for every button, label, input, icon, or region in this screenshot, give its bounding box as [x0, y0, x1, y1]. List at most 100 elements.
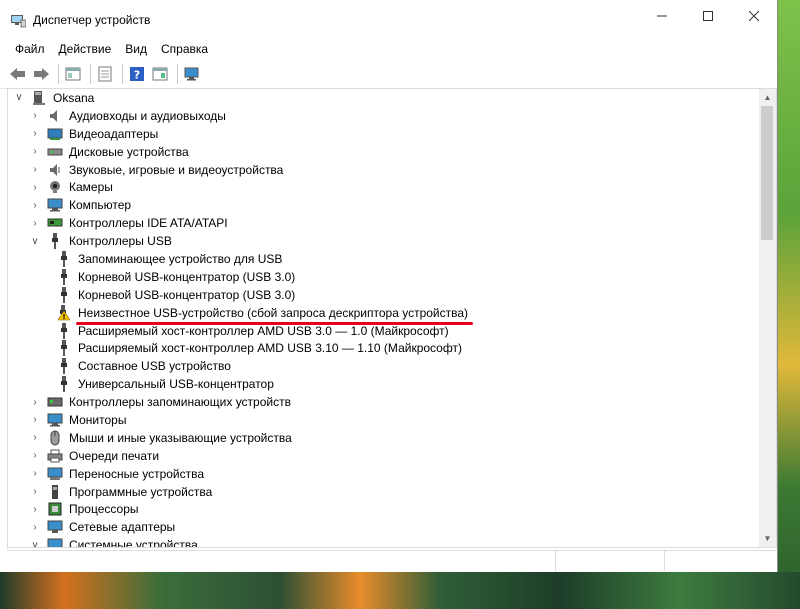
menu-view[interactable]: Вид	[118, 42, 154, 56]
tree-category-monitors[interactable]: › Мониторы	[8, 411, 759, 429]
tree-category-label: Программные устройства	[69, 484, 213, 499]
minimize-button[interactable]	[639, 0, 685, 32]
properties-button[interactable]	[95, 64, 115, 84]
tree-category-sound[interactable]: › Звуковые, игровые и видеоустройства	[8, 161, 759, 179]
tree-device-usb[interactable]: Расширяемый хост-контроллер AMD USB 3.10…	[8, 339, 759, 357]
close-button[interactable]	[731, 0, 777, 32]
tree-category-processors[interactable]: › Процессоры	[8, 500, 759, 518]
expand-chevron-icon[interactable]: ›	[30, 432, 40, 443]
collapse-chevron-icon[interactable]: ∨	[14, 92, 24, 103]
expand-chevron-icon[interactable]: ›	[30, 218, 40, 229]
speaker-icon	[47, 108, 63, 124]
desktop-background-bottom	[0, 572, 800, 609]
expand-chevron-icon[interactable]: ›	[30, 182, 40, 193]
software-device-icon	[47, 484, 63, 500]
tree-category-ide[interactable]: › Контроллеры IDE ATA/ATAPI	[8, 214, 759, 232]
tree-device-usb[interactable]: Запоминающее устройство для USB	[8, 250, 759, 268]
disk-drive-icon	[47, 144, 63, 160]
expand-chevron-icon[interactable]: ›	[30, 450, 40, 461]
tree-category-print-queues[interactable]: › Очереди печати	[8, 447, 759, 465]
tree-category-disk-drives[interactable]: › Дисковые устройства	[8, 143, 759, 161]
tree-category-software-devices[interactable]: › Программные устройства	[8, 483, 759, 501]
tree-root[interactable]: ∨ Oksana	[8, 89, 759, 107]
tree-device-label: Универсальный USB-концентратор	[78, 377, 274, 392]
red-highlight-underline	[76, 322, 473, 325]
expand-chevron-icon[interactable]: ›	[30, 164, 40, 175]
collapse-chevron-icon[interactable]: ∨	[30, 236, 40, 247]
tree-device-usb[interactable]: Корневой USB-концентратор (USB 3.0)	[8, 286, 759, 304]
device-manager-icon	[10, 12, 27, 28]
toolbar: ?	[0, 60, 777, 89]
menu-action[interactable]: Действие	[52, 42, 119, 56]
tree-root-label: Oksana	[53, 90, 95, 105]
usb-warning-icon	[56, 304, 72, 321]
help-icon: ?	[130, 67, 144, 82]
expand-chevron-icon[interactable]: ›	[30, 128, 40, 139]
back-button[interactable]	[8, 64, 28, 84]
usb-plug-icon	[56, 268, 72, 285]
sound-icon	[47, 162, 63, 178]
scroll-down-arrow-icon[interactable]: ▼	[759, 530, 776, 547]
tree-device-usb[interactable]: Корневой USB-концентратор (USB 3.0)	[8, 268, 759, 286]
forward-button[interactable]	[31, 64, 51, 84]
collapse-chevron-icon[interactable]: ∨	[30, 540, 40, 547]
maximize-button[interactable]	[685, 0, 731, 32]
tree-category-portable[interactable]: › Переносные устройства	[8, 465, 759, 483]
scroll-thumb[interactable]	[761, 106, 773, 240]
help-button[interactable]: ?	[127, 64, 147, 84]
expand-chevron-icon[interactable]: ›	[30, 414, 40, 425]
tree-category-computer[interactable]: › Компьютер	[8, 196, 759, 214]
tree-category-display-adapters[interactable]: › Видеоадаптеры	[8, 125, 759, 143]
computer-icon	[47, 197, 63, 213]
portable-device-icon	[47, 466, 63, 482]
expand-chevron-icon[interactable]: ›	[30, 200, 40, 211]
tree-device-label: Расширяемый хост-контроллер AMD USB 3.10…	[78, 341, 462, 356]
tree-category-label: Сетевые адаптеры	[69, 520, 176, 535]
tree-category-label: Видеоадаптеры	[69, 126, 159, 141]
tree-category-mice[interactable]: › Мыши и иные указывающие устройства	[8, 429, 759, 447]
tree-device-usb[interactable]: Составное USB устройство	[8, 357, 759, 375]
menu-bar: Файл Действие Вид Справка	[0, 40, 777, 58]
tree-category-system-devices[interactable]: ∨ Системные устройства	[8, 536, 759, 547]
tree-category-label: Процессоры	[69, 502, 139, 517]
expand-chevron-icon[interactable]: ›	[30, 146, 40, 157]
tree-category-usb-controllers[interactable]: ∨ Контроллеры USB	[8, 232, 759, 250]
menu-help[interactable]: Справка	[154, 42, 215, 56]
show-hide-tree-button[interactable]	[63, 64, 83, 84]
camera-icon	[47, 179, 63, 195]
tree-device-label: Расширяемый хост-контроллер AMD USB 3.0 …	[78, 323, 449, 338]
tree-category-network-adapters[interactable]: › Сетевые адаптеры	[8, 518, 759, 536]
tree-category-audio-io[interactable]: › Аудиовходы и аудиовыходы	[8, 107, 759, 125]
menu-file[interactable]: Файл	[8, 42, 52, 56]
scan-hardware-icon	[184, 67, 199, 81]
scroll-up-arrow-icon[interactable]: ▲	[759, 89, 776, 106]
tree-category-cameras[interactable]: › Камеры	[8, 178, 759, 196]
expand-chevron-icon[interactable]: ›	[30, 486, 40, 497]
tree-device-label: Запоминающее устройство для USB	[78, 251, 283, 266]
tree-category-label: Переносные устройства	[69, 466, 205, 481]
storage-controller-icon	[47, 394, 63, 410]
toolbar-separator	[90, 64, 91, 84]
title-bar[interactable]: Диспетчер устройств	[0, 0, 777, 40]
tree-device-unknown-usb[interactable]: Неизвестное USB-устройство (сбой запроса…	[8, 304, 759, 322]
scan-hardware-button[interactable]	[182, 64, 202, 84]
mouse-icon	[47, 430, 63, 446]
toolbar-separator	[177, 64, 178, 84]
show-hide-action-pane-icon	[152, 67, 168, 81]
expand-chevron-icon[interactable]: ›	[30, 504, 40, 515]
tree-category-label: Аудиовходы и аудиовыходы	[69, 108, 226, 123]
tree-device-usb[interactable]: Универсальный USB-концентратор	[8, 375, 759, 393]
printer-icon	[47, 448, 63, 464]
tree-category-label: Мыши и иные указывающие устройства	[69, 430, 292, 445]
tree-category-label: Дисковые устройства	[69, 144, 189, 159]
expand-chevron-icon[interactable]: ›	[30, 522, 40, 533]
vertical-scrollbar[interactable]: ▲ ▼	[759, 89, 776, 547]
tree-category-label: Очереди печати	[69, 448, 160, 463]
tree-category-label: Контроллеры запоминающих устройств	[69, 395, 291, 410]
tree-category-storage-controllers[interactable]: › Контроллеры запоминающих устройств	[8, 393, 759, 411]
expand-chevron-icon[interactable]: ›	[30, 397, 40, 408]
expand-chevron-icon[interactable]: ›	[30, 468, 40, 479]
expand-chevron-icon[interactable]: ›	[30, 110, 40, 121]
device-tree[interactable]: ∨ Oksana › Аудиовходы и аудиовыходы › Ви…	[8, 89, 759, 547]
show-hide-action-pane-button[interactable]	[150, 64, 170, 84]
